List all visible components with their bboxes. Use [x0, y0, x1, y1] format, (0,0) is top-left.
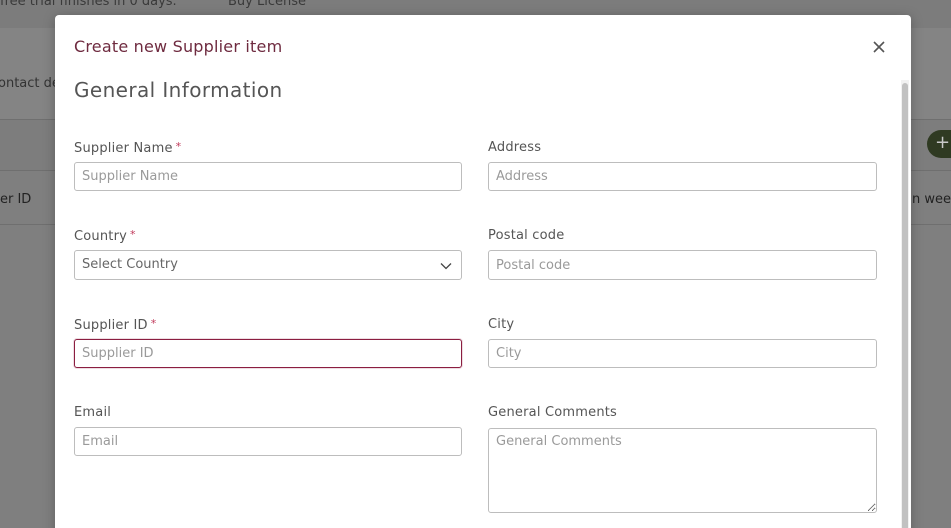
email-input[interactable] [74, 427, 462, 456]
scrollbar-thumb[interactable] [902, 83, 908, 528]
general-comments-label: General Comments [488, 405, 618, 420]
background-add-button[interactable]: + [927, 130, 951, 158]
trial-notice: free trial finishes in 0 days. [0, 0, 177, 9]
required-marker: * [150, 317, 157, 330]
close-button[interactable] [869, 37, 889, 57]
supplier-name-input[interactable] [74, 162, 462, 191]
email-label: Email [74, 405, 112, 420]
address-input[interactable] [488, 162, 877, 191]
city-label: City [488, 317, 515, 332]
background-contact-text: ontact de [0, 76, 60, 91]
section-title: General Information [74, 78, 283, 102]
country-select[interactable]: Select Country [74, 250, 462, 280]
supplier-id-label: Supplier ID * [74, 317, 157, 333]
supplier-name-label: Supplier Name * [74, 140, 182, 156]
general-comments-textarea[interactable] [488, 428, 877, 513]
city-input[interactable] [488, 339, 877, 368]
chevron-down-icon [440, 263, 452, 270]
supplier-id-input[interactable] [74, 339, 462, 368]
country-label: Country * [74, 228, 136, 244]
buy-license-link[interactable]: Buy License [228, 0, 306, 9]
background-column-header-supplier-id: er ID [0, 192, 32, 207]
background-column-header-week: n wee [912, 192, 951, 207]
country-select-value: Select Country [82, 257, 178, 272]
required-marker: * [130, 228, 136, 241]
postal-code-input[interactable] [488, 250, 877, 280]
address-label: Address [488, 140, 542, 155]
close-icon [873, 41, 885, 53]
postal-code-label: Postal code [488, 228, 565, 243]
create-supplier-modal: Create new Supplier item General Informa… [55, 15, 911, 528]
modal-title: Create new Supplier item [74, 37, 283, 56]
required-marker: * [175, 140, 182, 153]
